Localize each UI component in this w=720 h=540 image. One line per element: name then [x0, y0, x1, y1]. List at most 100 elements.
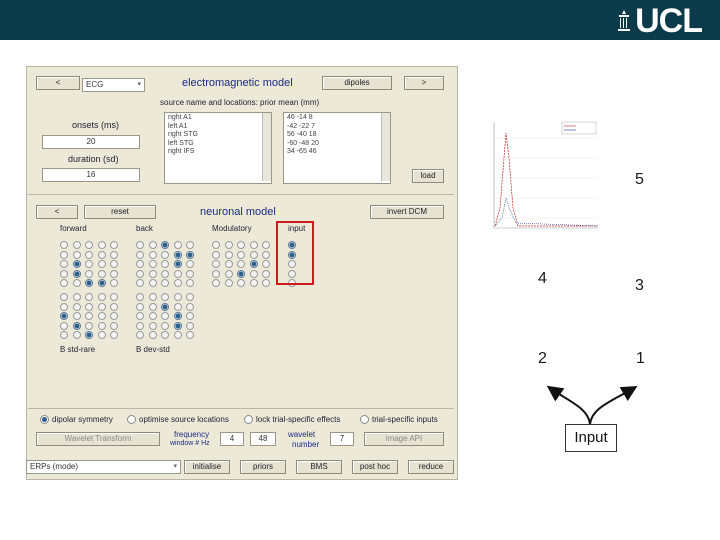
connection-toggle[interactable] — [212, 250, 220, 259]
connection-toggle[interactable] — [85, 302, 93, 311]
connection-toggle[interactable] — [60, 260, 68, 268]
scrollbar[interactable] — [381, 113, 390, 181]
connection-toggle[interactable] — [60, 241, 68, 249]
connection-toggle[interactable] — [148, 241, 157, 249]
connection-toggle[interactable] — [212, 260, 220, 268]
connection-toggle[interactable] — [60, 312, 68, 320]
connection-toggle[interactable] — [85, 250, 93, 259]
connection-toggle[interactable] — [85, 279, 93, 287]
connection-toggle[interactable] — [85, 331, 93, 339]
connection-toggle[interactable] — [72, 312, 81, 320]
connection-toggle[interactable] — [97, 331, 106, 339]
connection-toggle[interactable] — [161, 312, 169, 320]
connection-toggle[interactable] — [110, 279, 118, 287]
connection-toggle[interactable] — [110, 250, 118, 259]
connection-toggle[interactable] — [186, 269, 194, 278]
connection-toggle[interactable] — [136, 260, 144, 268]
connection-toggle[interactable] — [110, 312, 118, 320]
connection-toggle[interactable] — [173, 279, 182, 287]
connection-toggle[interactable] — [148, 331, 157, 339]
dipolar-symmetry-radio[interactable] — [40, 415, 49, 424]
connection-toggle[interactable] — [173, 250, 182, 259]
connection-toggle[interactable] — [148, 250, 157, 259]
connection-toggle[interactable] — [224, 250, 233, 259]
next-model-button[interactable]: > — [404, 76, 444, 90]
connection-toggle[interactable] — [186, 331, 194, 339]
image-api-button[interactable]: image API — [364, 432, 444, 446]
connection-toggle[interactable] — [237, 279, 245, 287]
connection-toggle[interactable] — [249, 279, 258, 287]
connection-toggle[interactable] — [262, 279, 270, 287]
connection-toggle[interactable] — [186, 293, 194, 301]
connection-toggle[interactable] — [97, 293, 106, 301]
connection-toggle[interactable] — [148, 260, 157, 268]
connection-toggle[interactable] — [224, 269, 233, 278]
initialise-button[interactable]: initialise — [184, 460, 230, 474]
connection-toggle[interactable] — [72, 302, 81, 311]
connection-toggle[interactable] — [72, 293, 81, 301]
analysis-select[interactable]: ERPs (mode) ▾ — [26, 460, 181, 474]
connection-toggle[interactable] — [85, 312, 93, 320]
duration-field[interactable]: 16 — [42, 168, 140, 182]
connection-toggle[interactable] — [224, 260, 233, 268]
bms-button[interactable]: BMS — [296, 460, 342, 474]
connection-toggle[interactable] — [148, 269, 157, 278]
connection-toggle[interactable] — [72, 260, 81, 268]
modality-select[interactable]: ECG ▾ — [82, 78, 145, 92]
source-type-button[interactable]: dipoles — [322, 76, 392, 90]
connection-toggle[interactable] — [85, 293, 93, 301]
connection-toggle[interactable] — [237, 260, 245, 268]
connection-toggle[interactable] — [262, 241, 270, 249]
connection-toggle[interactable] — [136, 293, 144, 301]
source-names-list[interactable]: right A1 left A1 right STG left STG righ… — [164, 112, 272, 184]
scrollbar[interactable] — [262, 113, 271, 181]
load-button[interactable]: load — [412, 169, 444, 183]
connection-toggle[interactable] — [161, 241, 169, 249]
connection-toggle[interactable] — [97, 321, 106, 330]
freq-high-field[interactable]: 48 — [250, 432, 276, 446]
connection-toggle[interactable] — [173, 331, 182, 339]
freq-low-field[interactable]: 4 — [220, 432, 244, 446]
connection-toggle[interactable] — [72, 321, 81, 330]
priors-button[interactable]: priors — [240, 460, 286, 474]
connection-toggle[interactable] — [148, 302, 157, 311]
reset-button[interactable]: reset — [84, 205, 156, 219]
connection-toggle[interactable] — [110, 260, 118, 268]
list-item[interactable]: right STG — [168, 131, 268, 140]
connection-toggle[interactable] — [97, 241, 106, 249]
connection-toggle[interactable] — [85, 241, 93, 249]
connection-toggle[interactable] — [186, 241, 194, 249]
list-item[interactable]: left STG — [168, 140, 268, 149]
connection-toggle[interactable] — [136, 312, 144, 320]
connection-toggle[interactable] — [186, 260, 194, 268]
connection-toggle[interactable] — [173, 321, 182, 330]
connection-toggle[interactable] — [148, 321, 157, 330]
connection-toggle[interactable] — [97, 250, 106, 259]
connection-toggle[interactable] — [110, 241, 118, 249]
connection-toggle[interactable] — [136, 331, 144, 339]
connection-toggle[interactable] — [186, 321, 194, 330]
connection-toggle[interactable] — [97, 312, 106, 320]
list-item[interactable]: 46 -14 8 — [287, 114, 387, 123]
list-item[interactable]: left A1 — [168, 123, 268, 132]
onsets-field[interactable]: 20 — [42, 135, 140, 149]
connection-toggle[interactable] — [110, 331, 118, 339]
connection-toggle[interactable] — [249, 250, 258, 259]
connection-toggle[interactable] — [161, 279, 169, 287]
connection-toggle[interactable] — [161, 260, 169, 268]
optimise-locations-radio[interactable] — [127, 415, 136, 424]
trial-inputs-radio[interactable] — [360, 415, 369, 424]
back-button[interactable]: < — [36, 205, 78, 219]
connection-toggle[interactable] — [97, 279, 106, 287]
reduce-button[interactable]: reduce — [408, 460, 454, 474]
connection-toggle[interactable] — [249, 241, 258, 249]
connection-toggle[interactable] — [173, 260, 182, 268]
connection-toggle[interactable] — [186, 279, 194, 287]
connection-toggle[interactable] — [148, 293, 157, 301]
connection-toggle[interactable] — [161, 302, 169, 311]
connection-toggle[interactable] — [60, 279, 68, 287]
connection-toggle[interactable] — [173, 241, 182, 249]
connection-toggle[interactable] — [136, 250, 144, 259]
connection-toggle[interactable] — [186, 302, 194, 311]
connection-toggle[interactable] — [72, 269, 81, 278]
